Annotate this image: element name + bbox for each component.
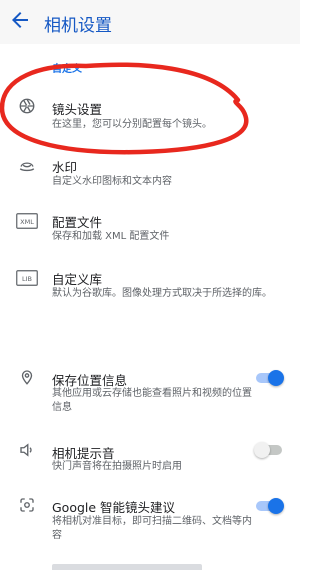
- setting-google-lens[interactable]: Google 智能镜头建议 将相机对准目标，即可扫描二维码、文档等内容: [0, 490, 300, 548]
- setting-subtitle: 其他应用或云存储也能查看照片和视频的位置信息: [52, 388, 252, 413]
- svg-text:LIB: LIB: [22, 275, 32, 283]
- lib-icon: LIB: [16, 270, 38, 288]
- aperture-icon: [18, 97, 36, 115]
- setting-title: 镜头设置: [52, 102, 103, 117]
- setting-config-file[interactable]: XML 配置文件 保存和加载 XML 配置文件: [0, 205, 300, 249]
- toggle-knob: [268, 498, 284, 514]
- setting-subtitle: 默认为谷歌库。图像处理方式取决于所选择的库。: [52, 288, 272, 299]
- cutoff-text: [52, 564, 202, 570]
- setting-subtitle: 自定义水印图标和文本内容: [52, 176, 172, 187]
- toggle-knob: [254, 442, 270, 458]
- setting-subtitle: 将相机对准目标，即可扫描二维码、文档等内容: [52, 516, 252, 541]
- page-title: 相机设置: [44, 16, 112, 36]
- setting-lens[interactable]: 镜头设置 在这里，您可以分别配置每个镜头。: [0, 92, 300, 140]
- app-bar: 相机设置: [0, 0, 300, 44]
- setting-title: Google 智能镜头建议: [52, 500, 176, 515]
- arrow-back-icon[interactable]: [8, 8, 32, 32]
- setting-subtitle: 在这里，您可以分别配置每个镜头。: [52, 119, 212, 130]
- camera-sound-toggle[interactable]: [254, 442, 284, 458]
- setting-save-location[interactable]: 保存位置信息 其他应用或云存储也能查看照片和视频的位置信息: [0, 364, 300, 422]
- setting-subtitle: 保存和加载 XML 配置文件: [52, 231, 170, 242]
- svg-text:XML: XML: [20, 218, 34, 226]
- setting-title: 自定义库: [52, 272, 103, 287]
- setting-camera-sound[interactable]: 相机提示音 快门声音将在拍摄照片时启用: [0, 437, 300, 477]
- toggle-knob: [268, 370, 284, 386]
- list-item-cutoff: [0, 560, 300, 570]
- watermark-icon: [18, 156, 36, 174]
- setting-subtitle: 快门声音将在拍摄照片时启用: [52, 461, 182, 472]
- location-pin-icon: [18, 368, 36, 386]
- xml-file-icon: XML: [16, 213, 38, 231]
- google-lens-toggle[interactable]: [254, 498, 284, 514]
- setting-title: 水印: [52, 160, 78, 175]
- setting-title: 配置文件: [52, 215, 103, 230]
- setting-watermark[interactable]: 水印 自定义水印图标和文本内容: [0, 150, 300, 194]
- volume-icon: [18, 441, 36, 459]
- setting-custom-library[interactable]: LIB 自定义库 默认为谷歌库。图像处理方式取决于所选择的库。: [0, 262, 300, 306]
- save-location-toggle[interactable]: [254, 370, 284, 386]
- section-header: 自定义: [52, 64, 82, 75]
- google-lens-icon: [18, 496, 36, 514]
